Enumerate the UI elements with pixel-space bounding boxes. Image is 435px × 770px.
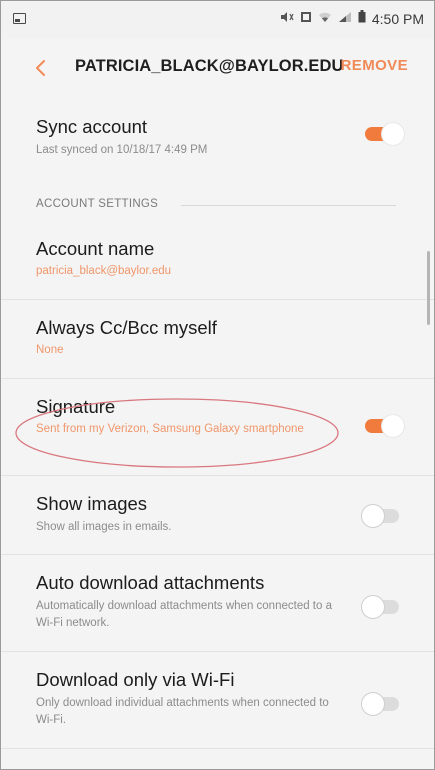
toggle-knob [382, 415, 404, 437]
app-header: PATRICIA_BLACK@BAYLOR.EDU REMOVE [1, 39, 434, 97]
sync-account-title: Sync account [36, 116, 148, 137]
show-images-row[interactable]: Show images Show all images in emails. [1, 476, 434, 555]
account-name-title: Account name [36, 238, 155, 259]
show-images-toggle[interactable] [362, 504, 404, 528]
status-bar: 4:50 PM [1, 1, 434, 39]
wifi-icon [318, 11, 332, 27]
always-cc-bcc-title: Always Cc/Bcc myself [36, 317, 217, 338]
account-name-value: patricia_black@baylor.edu [36, 265, 172, 277]
account-name-row[interactable]: Account name patricia_black@baylor.edu [1, 221, 434, 300]
show-images-title: Show images [36, 493, 148, 514]
signal-icon [338, 11, 352, 27]
toggle-knob [362, 596, 384, 618]
download-wifi-title: Download only via Wi-Fi [36, 669, 235, 690]
download-wifi-row[interactable]: Download only via Wi-Fi Only download in… [1, 652, 434, 749]
phone-screen: 4:50 PM PATRICIA_BLACK@BAYLOR.EDU REMOVE… [0, 0, 435, 770]
signature-value: Sent from my Verizon, Samsung Galaxy sma… [36, 423, 304, 435]
show-images-subtitle: Show all images in emails. [36, 521, 172, 533]
signature-toggle[interactable] [362, 414, 404, 438]
signature-row[interactable]: Signature Sent from my Verizon, Samsung … [1, 379, 434, 476]
auto-download-subtitle: Automatically download attachments when … [36, 600, 332, 629]
download-wifi-subtitle: Only download individual attachments whe… [36, 697, 329, 726]
always-cc-bcc-value: None [36, 344, 64, 356]
section-divider [181, 205, 396, 206]
toggle-knob [362, 505, 384, 527]
scrollbar[interactable] [427, 251, 430, 325]
sync-account-toggle[interactable] [362, 122, 404, 146]
page-title: PATRICIA_BLACK@BAYLOR.EDU [75, 57, 344, 75]
auto-download-toggle[interactable] [362, 595, 404, 619]
section-header-account-settings: ACCOUNT SETTINGS [36, 198, 159, 210]
toggle-knob [382, 123, 404, 145]
sync-account-row[interactable]: Sync account Last synced on 10/18/17 4:4… [1, 97, 434, 171]
mute-icon [280, 11, 294, 27]
status-time: 4:50 PM [371, 10, 424, 27]
settings-list: Sync account Last synced on 10/18/17 4:4… [1, 97, 434, 769]
toggle-knob [362, 693, 384, 715]
download-wifi-toggle[interactable] [362, 692, 404, 716]
remove-button[interactable]: REMOVE [341, 57, 408, 74]
gallery-notification-icon [13, 13, 26, 24]
always-cc-bcc-row[interactable]: Always Cc/Bcc myself None [1, 300, 434, 379]
back-arrow-icon[interactable] [31, 58, 51, 78]
auto-download-title: Auto download attachments [36, 572, 265, 593]
sync-account-subtitle: Last synced on 10/18/17 4:49 PM [36, 144, 208, 156]
auto-download-row[interactable]: Auto download attachments Automatically … [1, 555, 434, 652]
signature-title: Signature [36, 396, 116, 417]
status-icons: 4:50 PM [280, 10, 424, 27]
sim-icon [300, 11, 312, 27]
battery-icon [358, 10, 366, 27]
